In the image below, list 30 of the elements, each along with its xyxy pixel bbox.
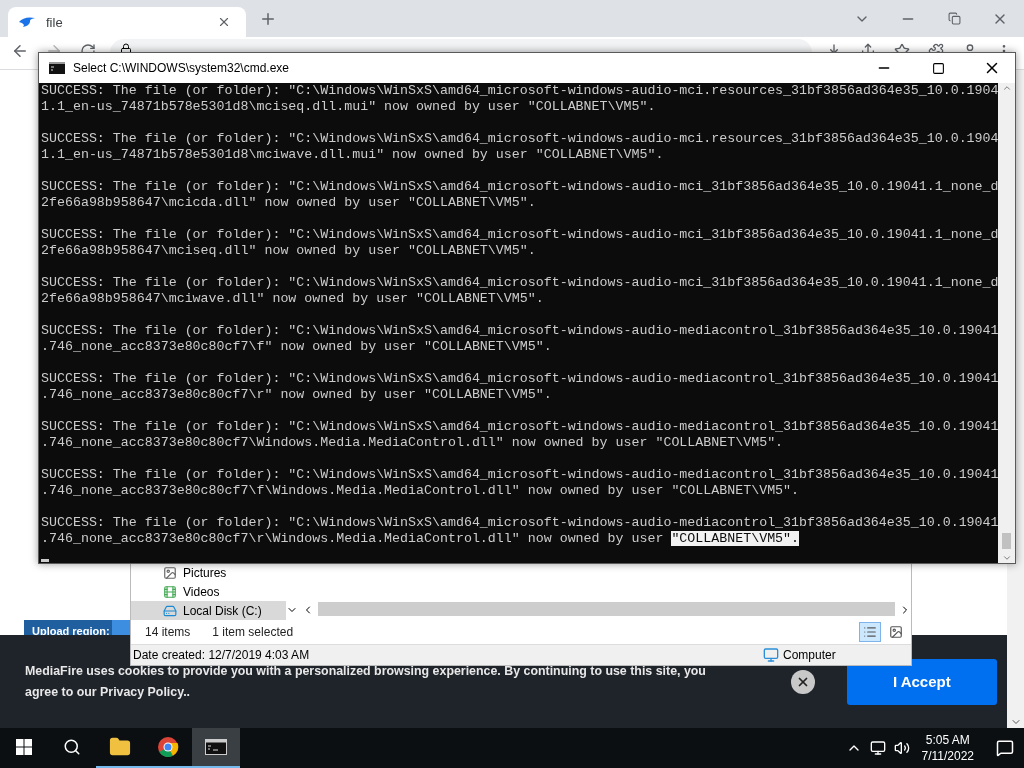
console-line: SUCCESS: The file (or folder): "C:\Windows\WinSxS\amd64_microsoft-windows-audio-mci_31bf3856ad364e35_10.0.19041.1_none_d bbox=[41, 179, 998, 195]
selection-count: 1 item selected bbox=[212, 625, 294, 639]
console-line: SUCCESS: The file (or folder): "C:\Windows\WinSxS\amd64_microsoft-windows-audio-mediacontrol_31bf3856ad364e35_10.0.19041 bbox=[41, 419, 998, 435]
tab-title: file bbox=[46, 14, 64, 30]
console-line: .746_none_acc8373e80c80cf7\r" now owned by user "COLLABNET\VM5". bbox=[41, 387, 553, 403]
time-text: 5:05 AM bbox=[925, 732, 970, 748]
console-line: SUCCESS: The file (or folder): "C:\Windows\WinSxS\amd64_microsoft-windows-audio-mci_31bf3856ad364e35_10.0.19041.1_none_d bbox=[41, 275, 998, 291]
console-line: SUCCESS: The file (or folder): "C:\Windows\WinSxS\amd64_microsoft-windows-audio-mci_31bf3856ad364e35_10.0.19041.1_none_d bbox=[41, 227, 998, 243]
cookie-text: MediaFire uses cookies to provide you with a personalized browsing experience. By continuing to use this site, you agree to our Privacy Policy.. bbox=[25, 662, 707, 701]
item-count: 14 items bbox=[145, 625, 191, 639]
console-line: SUCCESS: The file (or folder): "C:\Windows\WinSxS\amd64_microsoft-windows-audio-mediacontrol_31bf3856ad364e35_10.0.19041 bbox=[41, 467, 998, 483]
console-line: 1.1_en-us_74871b578e5301d8\mciseq.dll.mui" now owned by user "COLLABNET\VM5". bbox=[41, 99, 657, 115]
date-created-text: Date created: 12/7/2019 4:03 AM bbox=[133, 648, 311, 662]
console-line: .746_none_acc8373e80c80cf7\f\Windows.Media.MediaControl.dll" now owned by user "COLLABNET\VM5". bbox=[41, 483, 801, 499]
console-line: 1.1_en-us_74871b578e5301d8\mciwave.dll.mui" now owned by user "COLLABNET\VM5". bbox=[41, 147, 665, 163]
date-text: 7/11/2022 bbox=[921, 748, 974, 764]
console-line: SUCCESS: The file (or folder): "C:\Windows\WinSxS\amd64_microsoft-windows-audio-mediacontrol_31bf3856ad364e35_10.0.19041 bbox=[41, 515, 998, 531]
console-line: 2fe66a98b958647\mcicda.dll" now owned by user "COLLABNET\VM5". bbox=[41, 195, 537, 211]
console-line: SUCCESS: The file (or folder): "C:\Windows\WinSxS\amd64_microsoft-windows-audio-mci.resources_31bf3856ad364e35_10.0.1904 bbox=[41, 131, 998, 147]
location-text: Computer bbox=[783, 648, 836, 662]
console-line: SUCCESS: The file (or folder): "C:\Windows\WinSxS\amd64_microsoft-windows-audio-mediacontrol_31bf3856ad364e35_10.0.19041 bbox=[41, 371, 998, 387]
window-title: Select C:\WINDOWS\system32\cmd.exe bbox=[73, 61, 291, 75]
console-line: .746_none_acc8373e80c80cf7\Windows.Media.MediaControl.dll" now owned by user "COLLABNET\VM5". bbox=[41, 435, 785, 451]
console-line: SUCCESS: The file (or folder): "C:\Windows\WinSxS\amd64_microsoft-windows-audio-mci.resources_31bf3856ad364e35_10.0.1904 bbox=[41, 83, 998, 99]
console-line: SUCCESS: The file (or folder): "C:\Windows\WinSxS\amd64_microsoft-windows-audio-mediacontrol_31bf3856ad364e35_10.0.19041 bbox=[41, 323, 998, 339]
console-line: .746_none_acc8373e80c80cf7\f" now owned by user "COLLABNET\VM5". bbox=[41, 339, 553, 355]
console-line: 2fe66a98b958647\mciwave.dll" now owned by user "COLLABNET\VM5". bbox=[41, 291, 545, 307]
console-line: 2fe66a98b958647\mciseq.dll" now owned by user "COLLABNET\VM5". bbox=[41, 243, 537, 259]
console-line: .746_none_acc8373e80c80cf7\r\Windows.Media.MediaControl.dll" now owned by user "COLLABNET\VM5". bbox=[41, 531, 801, 547]
selected-text: "COLLABNET\VM5". bbox=[671, 531, 800, 546]
